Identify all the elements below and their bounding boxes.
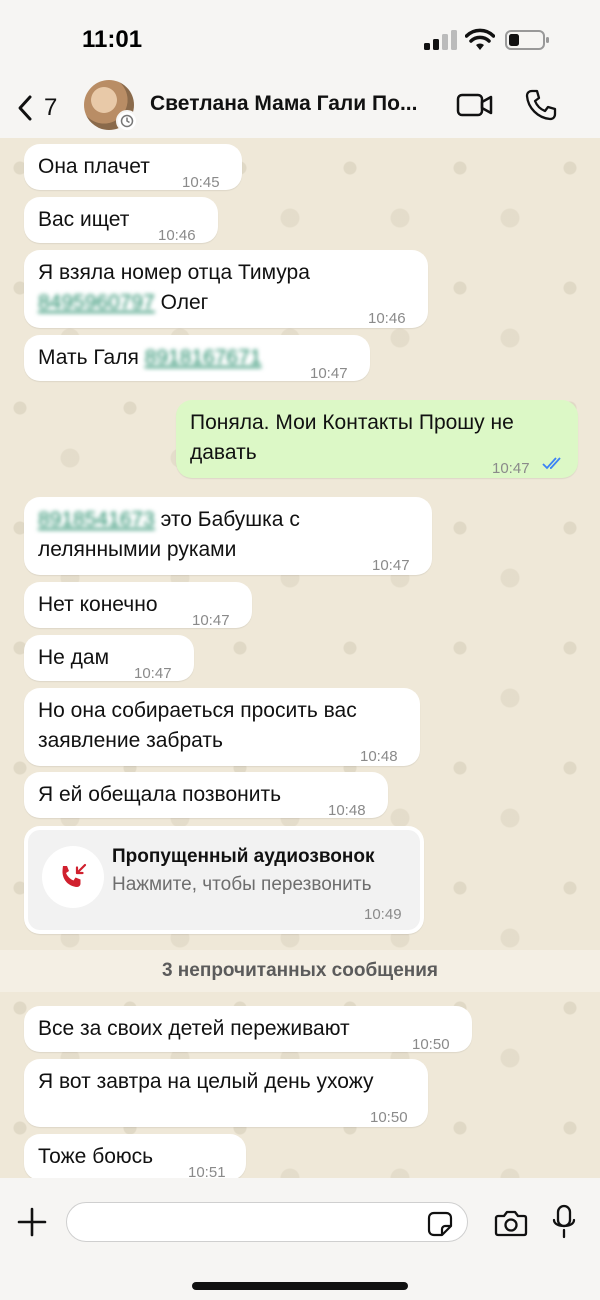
missed-call-card[interactable]: Пропущенный аудиозвонок Нажмите, чтобы п… [24, 826, 424, 934]
phone-number-link[interactable]: 8495960797 [38, 291, 155, 314]
message-time: 10:47 [134, 665, 172, 682]
message-incoming[interactable]: Я вот завтра на целый день ухожу 10:50 [24, 1059, 428, 1127]
disappearing-timer-icon [116, 110, 138, 132]
message-incoming[interactable]: Она плачет 10:45 [24, 144, 242, 191]
message-incoming[interactable]: Но она собираеться просить вас заявление… [24, 688, 420, 766]
message-incoming[interactable]: Все за своих детей переживают 10:50 [24, 1006, 472, 1053]
message-incoming[interactable]: Не дам 10:47 [24, 635, 194, 682]
missed-call-subtitle: Нажмите, чтобы перезвонить [112, 874, 372, 895]
message-time: 10:46 [368, 310, 406, 327]
composer-bar [0, 1178, 600, 1300]
contact-name[interactable]: Светлана Мама Гали По... [150, 92, 435, 116]
unread-messages-divider: 3 непрочитанных сообщения [0, 950, 600, 992]
message-time: 10:47 [372, 557, 410, 574]
message-input[interactable] [66, 1202, 468, 1242]
camera-icon[interactable] [494, 1208, 528, 1238]
message-incoming[interactable]: 8918541673 это Бабушка с леляннымии рука… [24, 497, 432, 575]
battery-icon [505, 30, 549, 50]
message-incoming[interactable]: Мать Галя 8918167671 10:47 [24, 335, 370, 382]
back-button[interactable]: 7 [14, 90, 74, 126]
message-time: 10:50 [370, 1109, 408, 1126]
message-incoming[interactable]: Тоже боюсь 10:51 [24, 1134, 246, 1178]
message-time: 10:48 [360, 748, 398, 765]
message-time: 10:45 [182, 174, 220, 191]
chat-messages[interactable]: Она плачет 10:45 Вас ищет 10:46 Я взяла … [0, 138, 600, 1178]
message-incoming[interactable]: Нет конечно 10:47 [24, 582, 252, 629]
message-time: 10:46 [158, 227, 196, 244]
unread-chats-count: 7 [44, 94, 58, 121]
missed-call-icon [42, 846, 104, 908]
message-time: 10:50 [412, 1036, 450, 1053]
status-time: 11:01 [82, 26, 143, 53]
message-incoming[interactable]: Я взяла номер отца Тимура 8495960797 Оле… [24, 250, 428, 328]
status-bar: 11:01 [0, 0, 600, 78]
message-time: 10:48 [328, 802, 366, 819]
video-call-icon[interactable] [456, 90, 494, 120]
phone-number-link[interactable]: 8918167671 [145, 346, 262, 369]
phone-call-icon[interactable] [524, 88, 558, 122]
phone-number-link[interactable]: 8918541673 [38, 508, 155, 531]
signal-icon [424, 30, 457, 50]
message-time: 10:47 [192, 612, 230, 629]
message-incoming[interactable]: Я ей обещала позвонить 10:48 [24, 772, 388, 819]
message-time: 10:51 [188, 1164, 226, 1178]
plus-icon[interactable] [16, 1206, 48, 1238]
message-time: 10:49 [364, 906, 402, 923]
message-outgoing[interactable]: Поняла. Мои Контакты Прошу не давать 10:… [176, 400, 578, 478]
microphone-icon[interactable] [552, 1204, 576, 1240]
sticker-icon[interactable] [426, 1210, 454, 1238]
message-time: 10:47 [310, 365, 348, 382]
back-chevron-icon [18, 95, 32, 121]
read-receipt-icon [542, 457, 561, 470]
chat-header: 7 Светлана Мама Гали По... [0, 78, 600, 138]
missed-call-title: Пропущенный аудиозвонок [112, 846, 375, 867]
message-time: 10:47 [492, 460, 530, 477]
wifi-icon [465, 28, 495, 50]
message-incoming[interactable]: Вас ищет 10:46 [24, 197, 218, 244]
home-indicator [192, 1282, 408, 1290]
